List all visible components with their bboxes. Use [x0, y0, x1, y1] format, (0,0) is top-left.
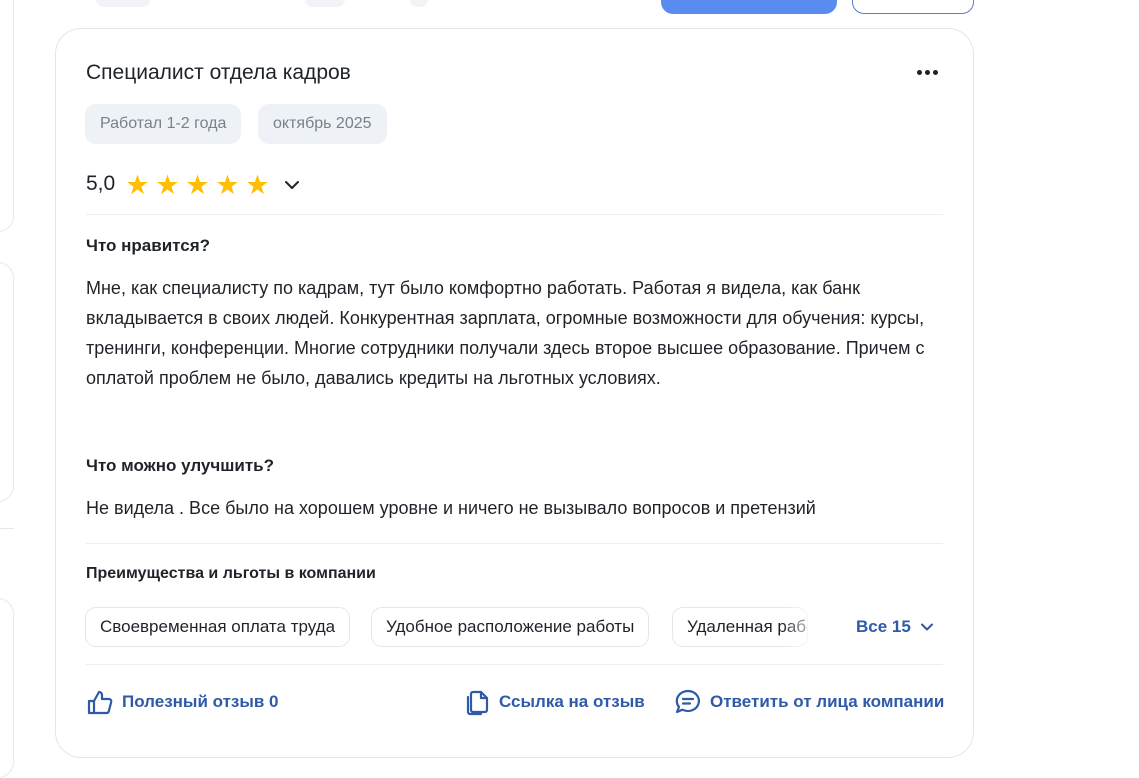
cons-heading: Что можно улучшить?: [86, 456, 275, 475]
benefit-chip[interactable]: Своевременная оплата труда: [85, 607, 351, 647]
star-icon: ★: [155, 170, 180, 200]
top-toolbar-chip[interactable]: [305, 0, 345, 7]
sidebar-card: [0, 262, 14, 502]
review-link-label: Ссылка на отзыв: [499, 692, 645, 711]
chevron-down-icon[interactable]: [283, 176, 301, 194]
review-link-button[interactable]: Ссылка на отзыв: [463, 688, 645, 716]
helpful-review-label: Полезный отзыв 0: [122, 692, 279, 711]
chevron-down-icon: [920, 623, 933, 631]
show-all-benefits-button[interactable]: Все 15: [856, 617, 935, 637]
benefits-fade: [782, 606, 822, 648]
benefits-heading: Преимущества и льготы в компании: [86, 565, 376, 582]
more-icon[interactable]: [912, 62, 942, 82]
thumbs-up-icon: [87, 690, 113, 715]
pros-text: Мне, как специалисту по кадрам, тут было…: [86, 278, 925, 388]
sidebar-divider: [0, 528, 14, 529]
reply-as-company-label: Ответить от лица компании: [710, 692, 945, 711]
tag-experience: Работал 1-2 года: [85, 104, 242, 144]
sidebar-card: [0, 0, 14, 232]
rating-value: 5,0: [86, 172, 116, 195]
star-icon: ★: [185, 170, 210, 200]
divider: [86, 543, 943, 544]
top-toolbar-chip[interactable]: [410, 0, 428, 7]
star-icon: ★: [245, 170, 270, 200]
star-icon: ★: [215, 170, 240, 200]
copy-link-icon: [466, 690, 489, 716]
top-toolbar-chip[interactable]: [96, 0, 150, 7]
tag-date: октябрь 2025: [258, 104, 387, 144]
reply-as-company-button[interactable]: Ответить от лица компании: [674, 688, 944, 716]
rating-stars: ★ ★ ★ ★ ★: [124, 172, 271, 199]
divider: [86, 664, 943, 665]
helpful-review-button[interactable]: Полезный отзыв 0: [86, 688, 279, 716]
benefit-chip[interactable]: Удобное расположение работы: [371, 607, 650, 647]
top-outline-button[interactable]: [852, 0, 974, 14]
chat-icon: [675, 689, 700, 714]
cons-text: Не видела . Все было на хорошем уровне и…: [86, 498, 816, 518]
divider: [86, 214, 943, 215]
sidebar-card: [0, 598, 14, 778]
top-primary-button[interactable]: [661, 0, 837, 14]
show-all-label: Все 15: [856, 617, 911, 636]
review-position-title: Специалист отдела кадров: [86, 61, 351, 84]
star-icon: ★: [125, 170, 150, 200]
pros-heading: Что нравится?: [86, 236, 211, 255]
